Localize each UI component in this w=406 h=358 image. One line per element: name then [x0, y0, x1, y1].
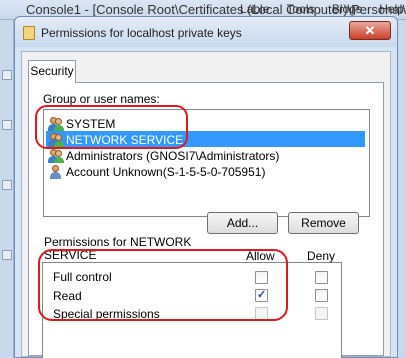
- annotation-highlight-users: [35, 105, 188, 149]
- folder-icon: [2, 70, 12, 80]
- background-menu-item[interactable]: Lable: [240, 2, 269, 16]
- background-menu-item[interactable]: Blogs: [332, 2, 362, 16]
- read-deny-checkbox[interactable]: [315, 289, 328, 302]
- dialog-titlebar[interactable]: Permissions for localhost private keys ✕: [15, 17, 397, 47]
- dialog-title: Permissions for localhost private keys: [41, 26, 242, 40]
- special-permissions-deny-checkbox: [315, 307, 328, 320]
- background-console-menu: Lable Tools Blogs Help: [240, 2, 406, 16]
- add-button[interactable]: Add...: [207, 212, 278, 234]
- list-item-administrators[interactable]: Administrators (GNOSI7\Administrators): [48, 147, 279, 163]
- user-group-icon: [48, 148, 64, 163]
- folder-icon: [2, 120, 12, 130]
- close-button[interactable]: ✕: [349, 21, 391, 40]
- folder-icon: [2, 250, 12, 260]
- background-console-edge: [398, 20, 406, 358]
- user-label: Account Unknown(S-1-5-5-0-705951): [66, 164, 266, 179]
- annotation-highlight-permissions: [38, 249, 288, 321]
- full-control-deny-checkbox[interactable]: [315, 271, 328, 284]
- deny-column-header: Deny: [307, 249, 336, 263]
- user-label: Administrators (GNOSI7\Administrators): [66, 148, 280, 163]
- remove-button[interactable]: Remove: [288, 212, 359, 234]
- background-menu-item[interactable]: Tools: [287, 2, 315, 16]
- folder-icon: [2, 180, 12, 190]
- group-or-user-names-label: Group or user names:: [43, 92, 160, 106]
- user-icon: [48, 164, 64, 179]
- folder-icon: [23, 26, 35, 40]
- background-menu-item[interactable]: Help: [379, 2, 404, 16]
- tab-security[interactable]: Security: [28, 60, 76, 83]
- background-console-sidebar: [0, 20, 14, 358]
- list-item-account-unknown[interactable]: Account Unknown(S-1-5-5-0-705951): [48, 163, 265, 179]
